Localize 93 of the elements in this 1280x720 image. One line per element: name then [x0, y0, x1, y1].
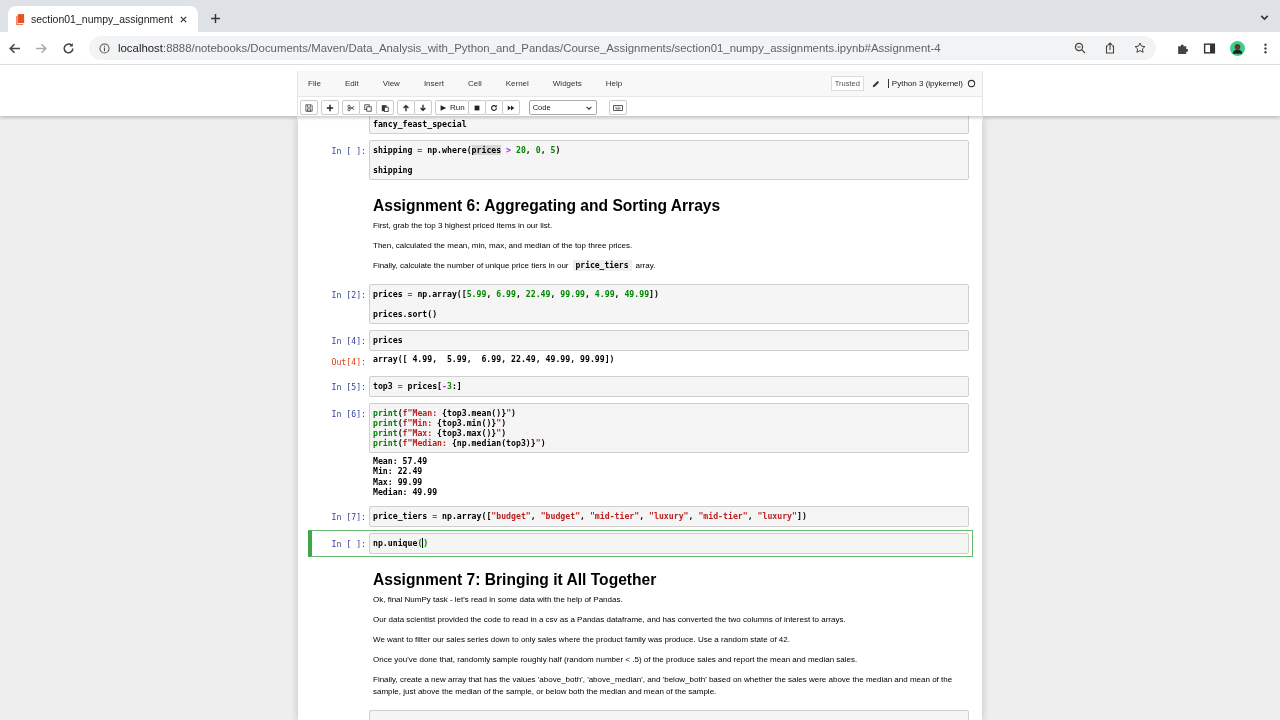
code-line: print(f"Max: {top3.max()}") — [373, 428, 507, 438]
selected-cell[interactable]: In [ ]: np.unique() — [308, 530, 973, 558]
copy-button[interactable] — [359, 100, 377, 115]
menu-item[interactable]: Edit — [344, 79, 370, 88]
paragraph-text: Finally, calculate the number of unique price tiers in our — [373, 261, 569, 270]
restart-button[interactable] — [484, 100, 503, 115]
info-icon[interactable] — [99, 42, 110, 54]
code-input[interactable]: print(f"Mean: {top3.mean()}") print(f"Min: {top3.min()}") print(f"Max: {top3.max()}") print(f"Median: {np.median(top3)}") — [369, 403, 969, 453]
code-input[interactable]: fancy_feast_special — [369, 116, 969, 134]
play-icon — [439, 103, 447, 112]
code-line: np.unique() — [373, 538, 429, 549]
scissors-icon — [347, 103, 355, 112]
code-input[interactable]: top3 = prices[-3:] — [369, 376, 969, 397]
move-down-button[interactable] — [414, 100, 432, 115]
output-text: array([ 4.99, 5.99, 6.99, 22.49, 49.99, 99.99]) — [372, 353, 616, 366]
menu-item[interactable]: View — [382, 79, 411, 88]
code-line: fancy_feast_special — [373, 119, 467, 129]
menu-item[interactable]: Cell — [467, 79, 493, 88]
code-line: print(f"Median: {np.median(top3)}") — [373, 438, 546, 448]
run-button[interactable]: Run — [435, 100, 469, 115]
input-prompt: In [ ]: — [331, 539, 366, 550]
output-prompt: Out[4]: — [331, 357, 366, 367]
kernel-name[interactable]: Python 3 (ipykernel) — [887, 79, 963, 88]
code-line: prices.sort() — [373, 309, 438, 319]
notebook-icon — [16, 13, 25, 25]
paragraph: Finally, create a new array that has the values 'above_both', 'above_median', and 'below_both' based on whether the sales were above the median and mean of the sample, just above the median of the sample, or below both the median and mean of the sample. — [373, 674, 954, 699]
star-icon[interactable] — [1134, 42, 1146, 54]
keyboard-icon — [612, 103, 623, 112]
code-line: print(f"Min: {top3.min()}") — [373, 418, 507, 428]
code-line: top3 = prices[-3:] — [373, 381, 462, 391]
url-text: localhost:8888/notebooks/Documents/Maven/Data_Analysis_with_Python_and_Pandas/Course_Assignments/section01_numpy_assignments.ipynb#Assignment-4 — [118, 42, 941, 54]
code-line: shipping — [373, 165, 413, 175]
arrow-down-icon — [419, 103, 427, 112]
paragraph: Then, calculated the mean, min, max, and median of the top three prices. — [373, 240, 634, 252]
stop-button[interactable] — [467, 100, 486, 115]
output-text: Mean: 57.49 Min: 22.49 Max: 99.99 Median: 49.99 — [372, 455, 439, 499]
restart-icon — [489, 103, 498, 112]
new-tab-icon[interactable] — [209, 13, 221, 24]
menu-item[interactable]: Insert — [423, 79, 455, 88]
keyboard-button[interactable] — [608, 100, 627, 115]
insert-cell-button[interactable] — [321, 100, 339, 115]
save-button[interactable] — [300, 100, 318, 115]
avatar-icon[interactable] — [1230, 40, 1245, 56]
menu-item[interactable]: Kernel — [505, 79, 540, 88]
input-prompt: In [7]: — [331, 512, 366, 523]
paste-icon — [381, 103, 389, 112]
side-panel-icon[interactable] — [1203, 41, 1216, 55]
code-input[interactable]: shipping = np.where(prices > 20, 0, 5) shipping — [369, 140, 969, 180]
paste-button[interactable] — [376, 100, 394, 115]
code-input[interactable]: prices — [369, 330, 969, 351]
paragraph: First, grab the top 3 highest priced items in our list. — [373, 220, 554, 232]
copy-icon — [364, 103, 372, 112]
menu-item[interactable]: File — [308, 79, 332, 88]
input-prompt: In [ ]: — [331, 146, 366, 156]
paragraph-text: array. — [635, 261, 656, 270]
kernel-idle-icon — [967, 79, 976, 88]
input-prompt: In [2]: — [331, 290, 366, 300]
arrow-up-icon — [402, 103, 410, 112]
paragraph: We want to filter our sales series down to only sales where the product family was produce. Use a random state of 42. — [373, 634, 791, 647]
close-icon[interactable] — [178, 14, 188, 24]
code-input[interactable]: np.unique() — [369, 533, 969, 555]
tab-title: section01_numpy_assignment — [31, 13, 173, 25]
browser-tab[interactable]: section01_numpy_assignment — [8, 6, 198, 32]
section-heading: Assignment 7: Bringing it All Together — [373, 571, 658, 590]
input-prompt: In [4]: — [331, 336, 366, 346]
section-heading: Assignment 6: Aggregating and Sorting Arrays — [373, 197, 722, 215]
input-prompt: In [6]: — [331, 409, 366, 419]
code-input[interactable]: price_tiers = np.array(["budget", "budget", "mid-tier", "luxury", "mid-tier", "luxury"]) — [369, 506, 969, 528]
code-line: price_tiers = np.array(["budget", "budget", "mid-tier", "luxury", "mid-tier", "luxury"]) — [373, 511, 807, 522]
cut-button[interactable] — [342, 100, 360, 115]
fast-forward-icon — [506, 103, 515, 112]
code-line: print(f"Mean: {top3.mean()}") — [373, 408, 516, 418]
input-prompt: In [5]: — [331, 382, 366, 392]
back-icon[interactable] — [8, 41, 21, 55]
menu-item[interactable]: Help — [605, 79, 634, 88]
reload-icon[interactable] — [62, 41, 75, 55]
code-line: shipping = np.where(prices > 20, 0, 5) — [373, 145, 561, 155]
code-line: prices — [373, 335, 403, 345]
stop-icon — [472, 103, 481, 112]
move-up-button[interactable] — [397, 100, 415, 115]
paragraph: Once you've done that, randomly sample roughly half (random number < .5) of the produce sales and report the mean and median sales. — [373, 654, 859, 667]
paragraph: Our data scientist provided the code to read in a csv as a Pandas dataframe, and has converted the two columns of interest to arrays. — [373, 614, 847, 627]
address-bar[interactable]: localhost:8888/notebooks/Documents/Maven/Data_Analysis_with_Python_and_Pandas/Course_Assignments/section01_numpy_assignments.ipynb#Assignment-4 — [89, 36, 1156, 60]
zoom-out-icon[interactable] — [1074, 42, 1086, 54]
plus-icon — [326, 103, 334, 112]
pencil-icon[interactable] — [871, 79, 880, 88]
code-input[interactable]: prices = np.array([5.99, 6.99, 22.49, 99.99, 4.99, 49.99]) prices.sort() — [369, 284, 969, 324]
share-icon[interactable] — [1104, 42, 1116, 54]
run-all-button[interactable] — [501, 100, 520, 115]
inline-code: price_tiers — [572, 260, 632, 271]
paragraph: Ok, final NumPy task - let's read in some data with the help of Pandas. — [373, 594, 624, 607]
code-line: prices = np.array([5.99, 6.99, 22.49, 99.99, 4.99, 49.99]) — [373, 289, 659, 299]
menu-item[interactable]: Widgets — [552, 79, 593, 88]
